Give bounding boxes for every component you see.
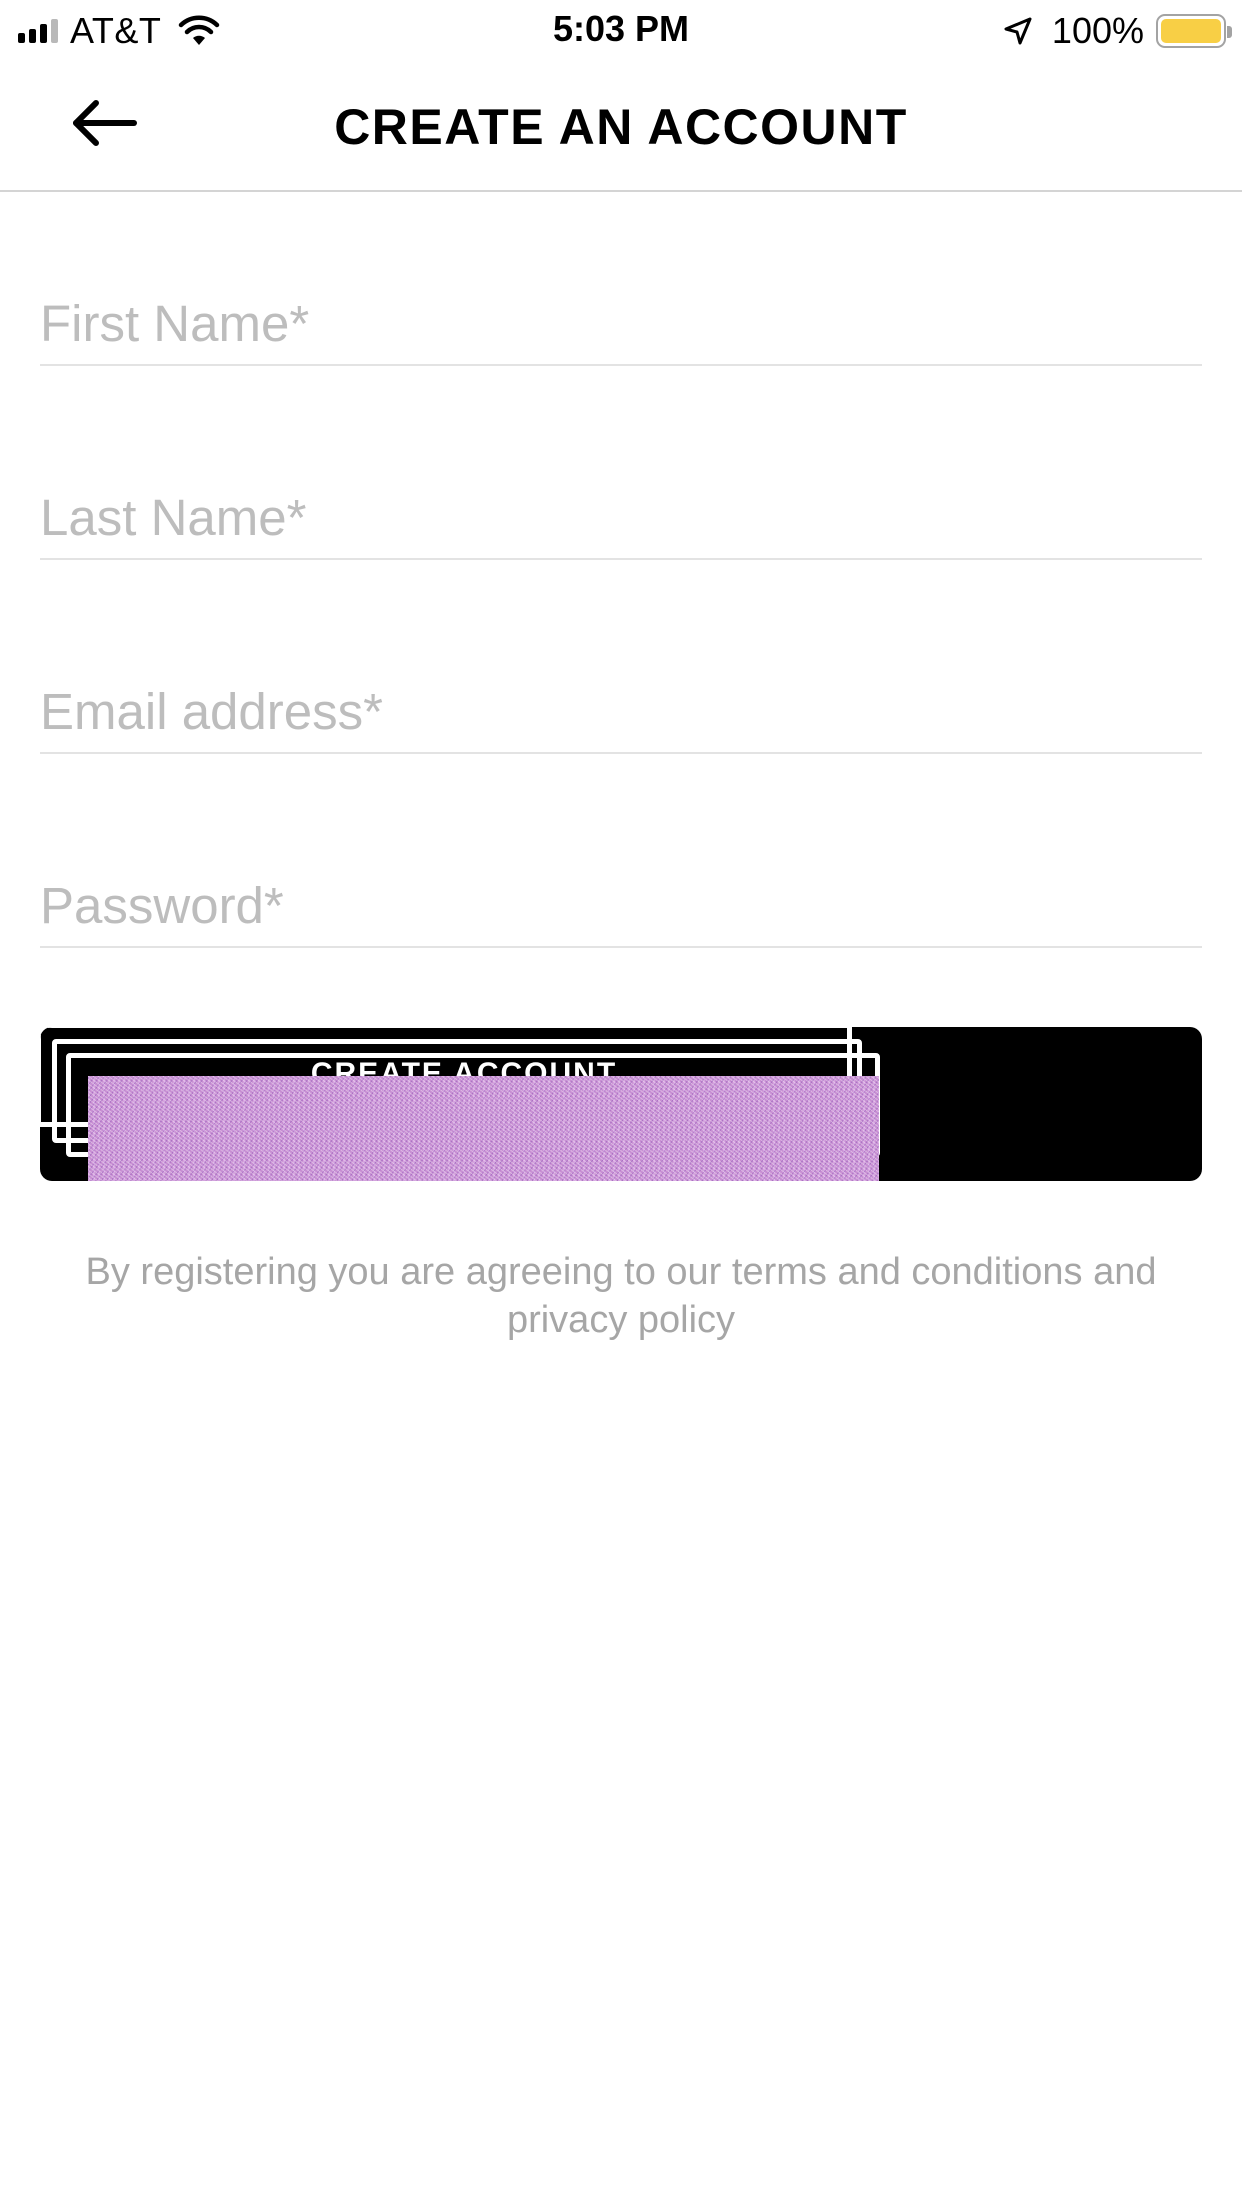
first-name-input[interactable]: [40, 256, 1202, 364]
location-arrow-icon: [1004, 17, 1032, 45]
password-input[interactable]: [40, 838, 1202, 946]
last-name-input[interactable]: [40, 450, 1202, 558]
email-field[interactable]: [40, 644, 1202, 754]
terms-text: By registering you are agreeing to our t…: [85, 1251, 1157, 1341]
battery-fill: [1161, 19, 1221, 43]
status-bar: AT&T 5:03 PM 100%: [0, 0, 1242, 62]
create-account-button[interactable]: CREATE ACCOUNT: [40, 1027, 1202, 1181]
battery-icon: [1156, 14, 1232, 48]
first-name-field[interactable]: [40, 256, 1202, 366]
page-title: CREATE AN ACCOUNT: [334, 99, 908, 155]
status-right: 100%: [1002, 10, 1232, 52]
password-field[interactable]: [40, 838, 1202, 948]
redacted-noise-overlay: [88, 1076, 879, 1181]
battery-cap: [1227, 26, 1232, 38]
last-name-field[interactable]: [40, 450, 1202, 560]
battery-percent: 100%: [1051, 10, 1144, 51]
navigation-bar: CREATE AN ACCOUNT: [0, 62, 1242, 192]
email-input[interactable]: [40, 644, 1202, 752]
